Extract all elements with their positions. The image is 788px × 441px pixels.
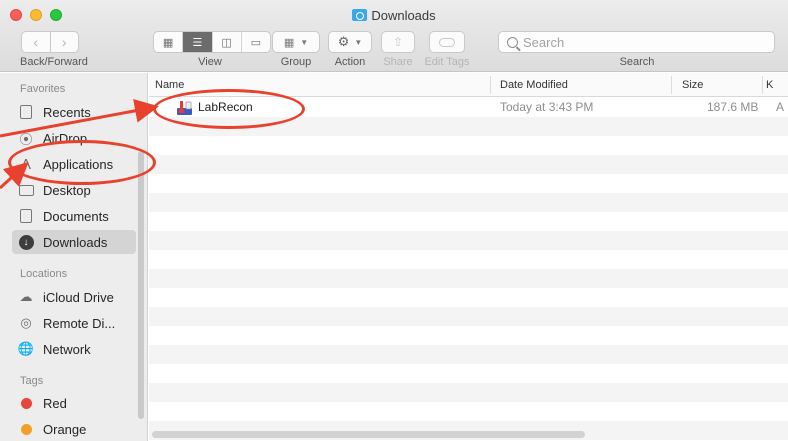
annotation-arrows (0, 98, 159, 190)
annotation-arrow-to-applications (0, 161, 29, 190)
annotation-arrow-to-labrecon (0, 98, 159, 138)
